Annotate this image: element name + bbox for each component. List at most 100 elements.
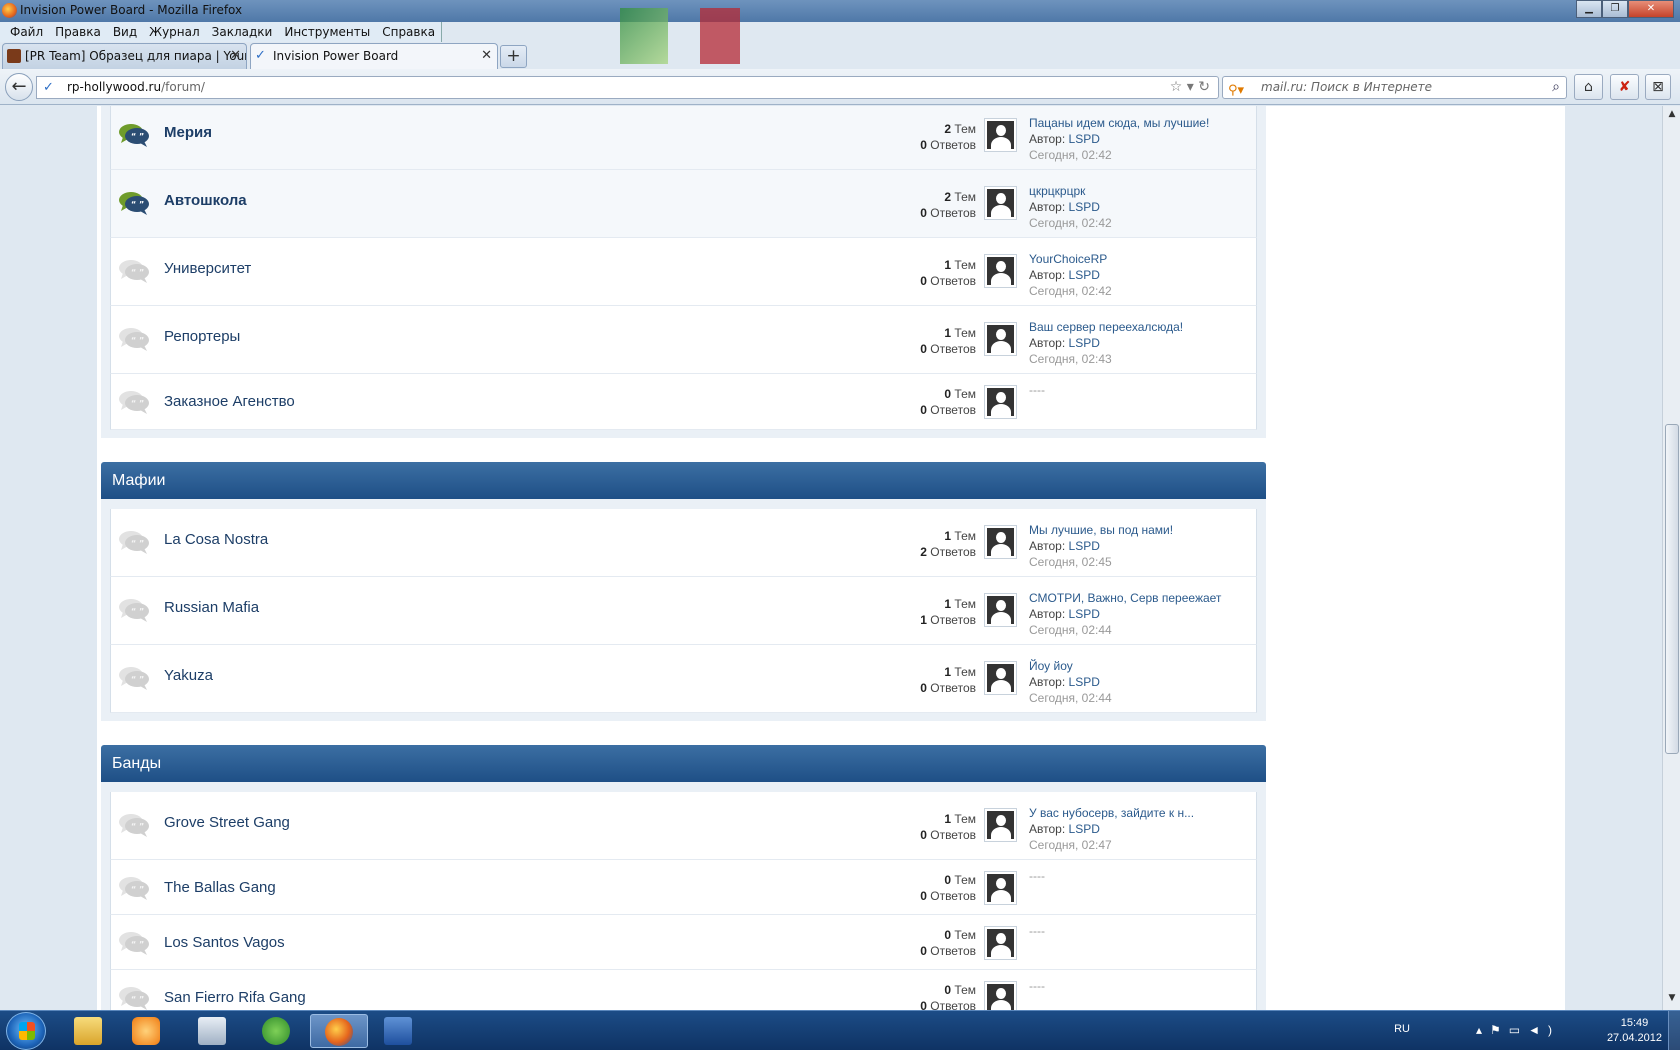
forum-title-link[interactable]: The Ballas Gang: [164, 879, 276, 896]
menu-edit[interactable]: Правка: [49, 22, 107, 42]
forum-title-link[interactable]: San Fierro Rifa Gang: [164, 989, 306, 1006]
history-dropdown-icon[interactable]: ▾: [1187, 79, 1194, 95]
close-tab-icon[interactable]: ✕: [230, 44, 241, 68]
forum-title-link[interactable]: La Cosa Nostra: [164, 531, 268, 548]
topics-label: Тем: [954, 812, 976, 826]
topics-value: 1: [944, 812, 952, 826]
vertical-scrollbar[interactable]: ▲ ▼: [1662, 106, 1680, 1010]
author-link[interactable]: LSPD: [1069, 200, 1100, 214]
menu-bookmarks[interactable]: Закладки: [206, 22, 279, 42]
forum-title-link[interactable]: Университет: [164, 260, 251, 277]
author-link[interactable]: LSPD: [1069, 539, 1100, 553]
taskbar-utorrent[interactable]: [248, 1014, 304, 1048]
search-engine-icon[interactable]: ⚲▾: [1228, 80, 1244, 101]
reload-icon[interactable]: ↻: [1198, 79, 1210, 95]
author-link[interactable]: LSPD: [1069, 607, 1100, 621]
last-post-title-link[interactable]: СМОТРИ, Важно, Серв переежает: [1029, 590, 1221, 606]
forum-title-link[interactable]: Grove Street Gang: [164, 814, 290, 831]
forum-stats: 0 Тем 0 Ответов: [920, 386, 976, 418]
taskbar-media-player[interactable]: [118, 1014, 174, 1048]
back-button[interactable]: ←: [5, 73, 33, 101]
forum-title-link[interactable]: Заказное Агенство: [164, 393, 295, 410]
last-post-title-link[interactable]: Ваш сервер переехалсюда!: [1029, 319, 1183, 335]
last-post-title-link[interactable]: У вас нубосерв, зайдите к н...: [1029, 805, 1194, 821]
scroll-up-icon[interactable]: ▲: [1665, 109, 1679, 123]
last-poster-avatar[interactable]: [984, 593, 1017, 627]
forum-category: Мафии “ ” La Cosa Nostra 1 Тем 2 Ответов Мы л…: [101, 462, 1266, 721]
last-post-title-link[interactable]: YourChoiceRP: [1029, 251, 1112, 267]
last-poster-avatar[interactable]: [984, 322, 1017, 356]
start-button[interactable]: [6, 1012, 46, 1050]
taskbar-word[interactable]: [370, 1014, 426, 1048]
last-post-date: Сегодня, 02:47: [1029, 838, 1112, 852]
topics-label: Тем: [954, 387, 976, 401]
author-link[interactable]: LSPD: [1069, 675, 1100, 689]
forum-title-link[interactable]: Los Santos Vagos: [164, 934, 285, 951]
menu-help[interactable]: Справка: [376, 22, 441, 42]
menu-view[interactable]: Вид: [107, 22, 143, 42]
forum-title-link[interactable]: Репортеры: [164, 328, 240, 345]
svg-text:“ ”: “ ”: [131, 132, 144, 141]
taskbar-explorer[interactable]: [60, 1014, 116, 1048]
tab-invision-power-board[interactable]: ✓ Invision Power Board ✕: [250, 43, 498, 69]
language-indicator[interactable]: RU: [1394, 1023, 1410, 1035]
forum-title-link[interactable]: Мерия: [164, 124, 212, 141]
last-poster-avatar[interactable]: [984, 385, 1017, 419]
home-button[interactable]: ⌂: [1574, 74, 1603, 100]
author-link[interactable]: LSPD: [1069, 268, 1100, 282]
last-poster-avatar[interactable]: [984, 186, 1017, 220]
topics-label: Тем: [954, 665, 976, 679]
bookmark-star-icon[interactable]: ☆: [1170, 79, 1183, 95]
author-link[interactable]: LSPD: [1069, 336, 1100, 350]
clock[interactable]: 15:49 27.04.2012: [1607, 1016, 1662, 1046]
last-poster-avatar[interactable]: [984, 661, 1017, 695]
search-icon[interactable]: ⌕: [1552, 77, 1560, 98]
tab-pr-team[interactable]: [PR Team] Образец для пиара | Your... ✕: [2, 43, 247, 69]
forum-title-link[interactable]: Yakuza: [164, 667, 213, 684]
show-desktop-button[interactable]: [1668, 1011, 1680, 1050]
last-poster-avatar[interactable]: [984, 525, 1017, 559]
category-header[interactable]: Банды: [101, 745, 1266, 782]
forum-title-link[interactable]: Автошкола: [164, 192, 247, 209]
topics-value: 2: [944, 122, 952, 136]
forum-title-link[interactable]: Russian Mafia: [164, 599, 259, 616]
search-box[interactable]: ⚲▾ mail.ru: Поиск в Интернете ⌕: [1222, 76, 1567, 99]
window-title-bar[interactable]: Invision Power Board - Mozilla Firefox ▁…: [0, 0, 1680, 64]
taskbar-calculator[interactable]: [184, 1014, 240, 1048]
last-poster-avatar[interactable]: [984, 926, 1017, 960]
minimize-button[interactable]: ▁: [1576, 0, 1602, 18]
last-poster-avatar[interactable]: [984, 981, 1017, 1010]
author-link[interactable]: LSPD: [1069, 822, 1100, 836]
last-post-title-link[interactable]: Мы лучшие, вы под нами!: [1029, 522, 1173, 538]
scroll-down-icon[interactable]: ▼: [1665, 993, 1679, 1007]
last-post-title-link[interactable]: Йоу йоу: [1029, 658, 1112, 674]
menu-file[interactable]: Файл: [4, 22, 49, 42]
topics-count: 1 Тем: [920, 664, 976, 680]
category-header[interactable]: Мафии: [101, 462, 1266, 499]
scrollbar-thumb[interactable]: [1665, 424, 1679, 754]
last-poster-avatar[interactable]: [984, 808, 1017, 842]
addon-bar-button[interactable]: ⊠: [1645, 74, 1671, 100]
last-poster-avatar[interactable]: [984, 871, 1017, 905]
last-post-title-link[interactable]: Пацаны идем сюда, мы лучшие!: [1029, 115, 1209, 131]
close-tab-icon[interactable]: ✕: [481, 44, 492, 68]
author-link[interactable]: LSPD: [1069, 132, 1100, 146]
last-poster-avatar[interactable]: [984, 118, 1017, 152]
tab-label: Invision Power Board: [273, 49, 399, 63]
replies-count: 0 Ответов: [920, 402, 976, 418]
address-bar[interactable]: ✓ rp-hollywood.ru/forum/ ☆ ▾ ↻: [36, 76, 1219, 99]
maximize-button[interactable]: ❐: [1602, 0, 1628, 18]
replies-value: 0: [920, 274, 927, 288]
new-tab-button[interactable]: +: [500, 45, 527, 68]
close-button[interactable]: ✕: [1628, 0, 1674, 18]
menu-history[interactable]: Журнал: [143, 22, 206, 42]
last-poster-avatar[interactable]: [984, 254, 1017, 288]
last-post-author: Автор: LSPD: [1029, 821, 1194, 837]
menu-tools[interactable]: Инструменты: [278, 22, 376, 42]
taskbar-firefox[interactable]: [310, 1014, 368, 1048]
security-addon-button[interactable]: ✘: [1610, 74, 1639, 100]
tray-icons[interactable]: ▴⚑▭◄): [1476, 1023, 1560, 1037]
svg-text:“ ”: “ ”: [131, 675, 144, 684]
windows-logo-icon: [19, 1022, 35, 1040]
last-post-title-link[interactable]: цкрцкрцрк: [1029, 183, 1112, 199]
